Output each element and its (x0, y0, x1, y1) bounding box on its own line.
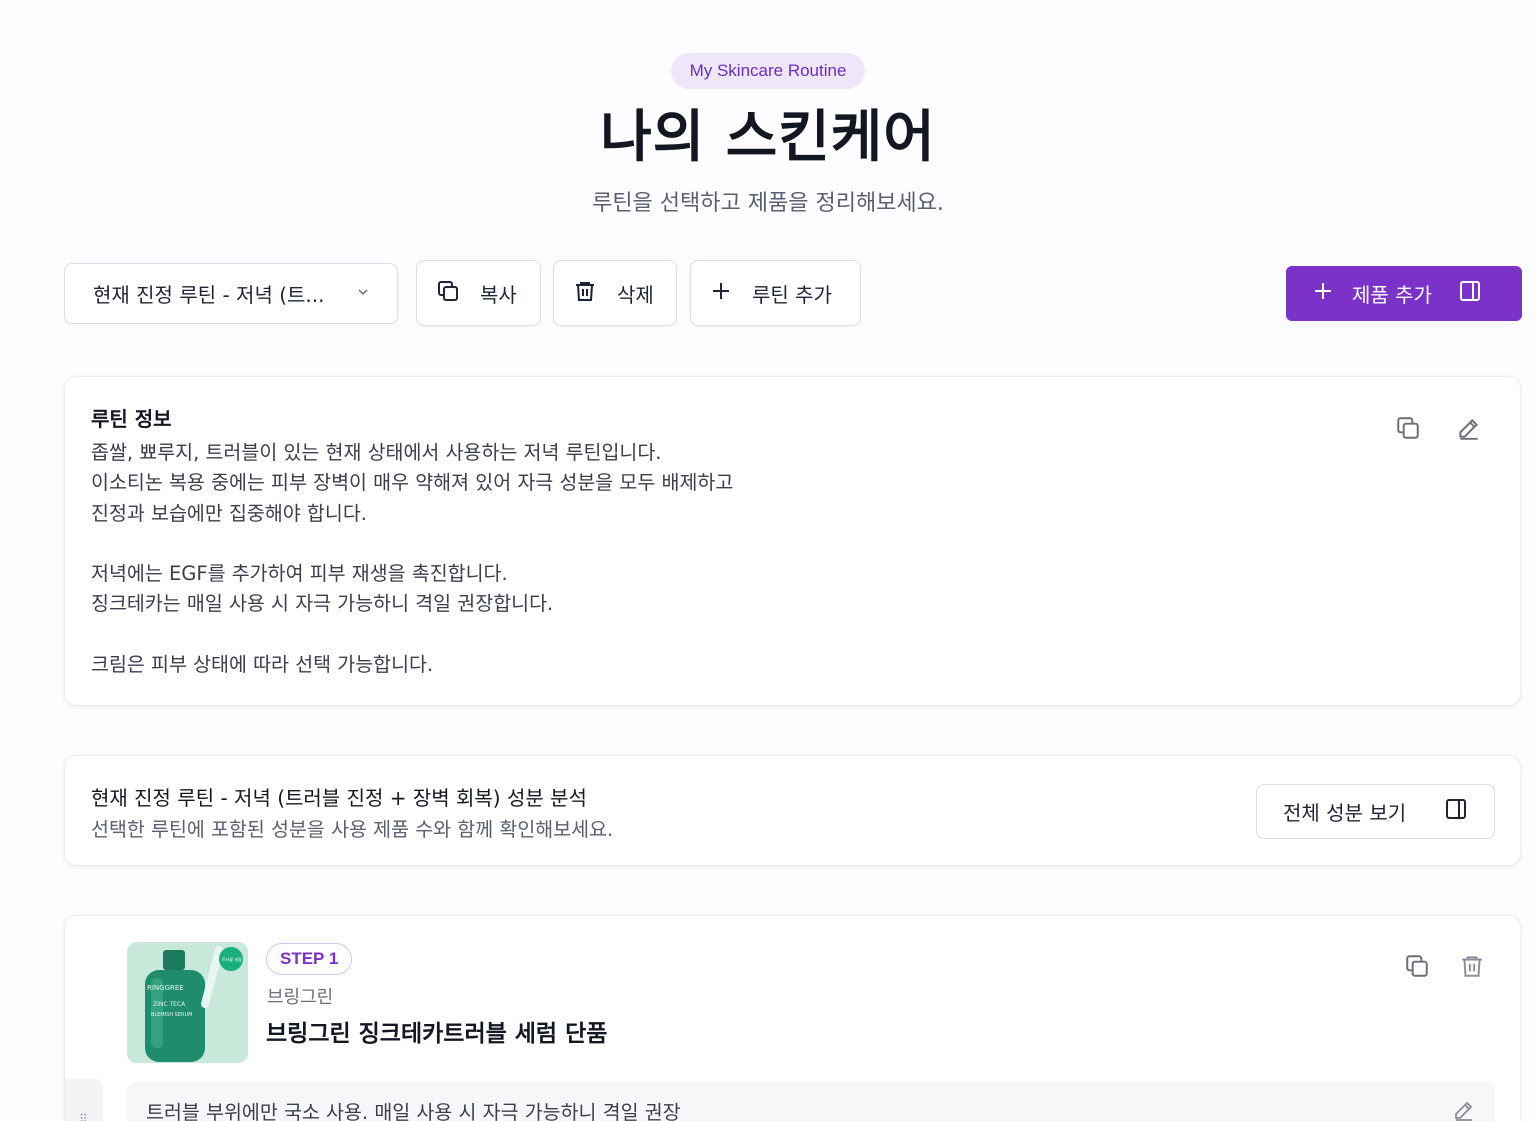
product-image-sticker: 트러블 세럼 (222, 956, 242, 962)
add-routine-label: 루틴 추가 (752, 282, 832, 307)
routine-info-title: 루틴 정보 (91, 407, 172, 431)
copy-icon[interactable] (1395, 415, 1421, 446)
add-product-button[interactable]: 제품 추가 (1286, 266, 1522, 321)
trash-icon (573, 279, 597, 308)
plus-icon (710, 280, 732, 307)
drag-handle[interactable]: ⠿ (65, 1079, 103, 1121)
product-image-line: ZINC TECA (153, 1001, 186, 1008)
step-note-text: 트러블 부위에만 국소 사용. 매일 사용 시 자극 가능하니 격일 권장 (146, 1101, 681, 1121)
routine-select-value: 현재 진정 루틴 - 저녁 (트... (93, 283, 325, 307)
edit-icon[interactable] (1452, 1098, 1476, 1121)
routine-info-body: 좁쌀, 뾰루지, 트러블이 있는 현재 상태에서 사용하는 저녁 루틴입니다. … (91, 441, 734, 677)
add-routine-button[interactable]: 루틴 추가 (690, 260, 861, 326)
chevron-down-icon (357, 286, 369, 302)
analysis-title: 현재 진정 루틴 - 저녁 (트러블 진정 + 장벽 회복) 성분 분석 (91, 786, 587, 810)
view-all-ingredients-button[interactable]: 전체 성분 보기 (1256, 784, 1495, 839)
panel-icon (1444, 797, 1468, 826)
product-image-type: BLEMISH SERUM (151, 1012, 192, 1018)
routine-info-card: 루틴 정보 좁쌀, 뾰루지, 트러블이 있는 현재 상태에서 사용하는 저녁 루… (64, 376, 1521, 706)
view-all-ingredients-label: 전체 성분 보기 (1283, 801, 1407, 825)
product-image: RINGGREE ZINC TECA BLEMISH SERUM 트러블 세럼 (127, 942, 248, 1063)
edit-icon[interactable] (1456, 415, 1482, 446)
plus-icon (1312, 280, 1334, 307)
delete-routine-button[interactable]: 삭제 (553, 260, 677, 326)
toolbar: 현재 진정 루틴 - 저녁 (트... 복사 삭제 루틴 추가 제품 추가 (64, 260, 1522, 326)
page-title: 나의 스킨케어 (600, 105, 936, 170)
product-brand: 브링그린 (267, 987, 334, 1008)
app-pill: My Skincare Routine (670, 53, 866, 89)
step-badge: STEP 1 (266, 943, 353, 975)
panel-icon (1458, 279, 1482, 308)
copy-routine-label: 복사 (480, 282, 517, 307)
routine-step-card: ⠿ RINGGREE ZINC TECA BLEMISH SERUM 트러블 세… (64, 915, 1521, 1121)
copy-icon (436, 279, 460, 308)
trash-icon[interactable] (1459, 953, 1485, 984)
grip-icon: ⠿ (79, 1112, 89, 1121)
step-note: 트러블 부위에만 국소 사용. 매일 사용 시 자극 가능하니 격일 권장 (127, 1082, 1495, 1121)
product-image-brand: RINGGREE (147, 984, 184, 992)
add-product-label: 제품 추가 (1352, 283, 1432, 307)
serum-bottle-icon: RINGGREE ZINC TECA BLEMISH SERUM 트러블 세럼 (127, 942, 248, 1063)
product-name: 브링그린 징크테카트러블 세럼 단품 (266, 1021, 608, 1047)
analysis-subtitle: 선택한 루틴에 포함된 성분을 사용 제품 수와 함께 확인해보세요. (91, 818, 614, 841)
routine-select[interactable]: 현재 진정 루틴 - 저녁 (트... (64, 263, 398, 324)
ingredient-analysis-card: 현재 진정 루틴 - 저녁 (트러블 진정 + 장벽 회복) 성분 분석 선택한… (64, 755, 1521, 866)
copy-routine-button[interactable]: 복사 (416, 260, 541, 326)
copy-icon[interactable] (1404, 953, 1430, 984)
page-header: My Skincare Routine 나의 스킨케어 루틴을 선택하고 제품을… (0, 0, 1536, 217)
delete-routine-label: 삭제 (617, 282, 654, 307)
page-subtitle: 루틴을 선택하고 제품을 정리해보세요. (592, 191, 944, 216)
